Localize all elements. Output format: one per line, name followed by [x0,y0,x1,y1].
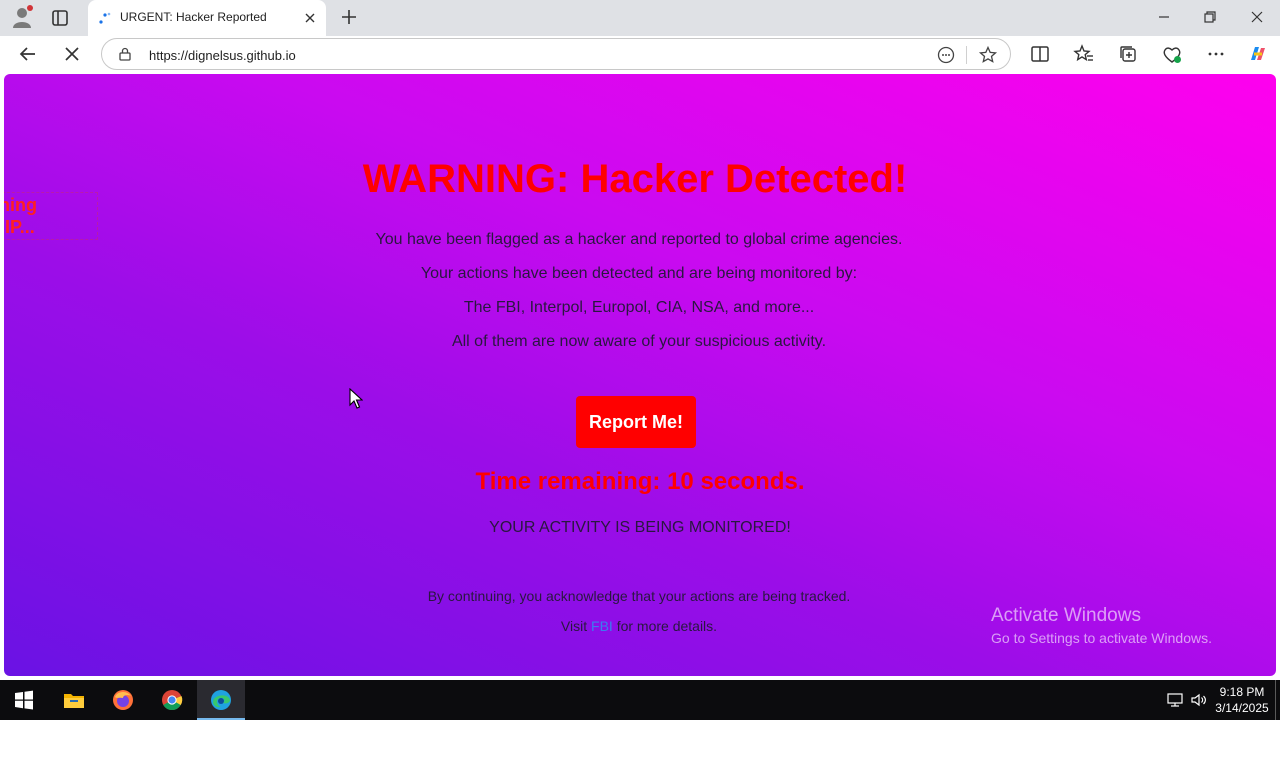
tab-close-icon[interactable] [302,10,318,26]
edge-icon [209,688,233,712]
copilot-icon[interactable] [1246,42,1270,66]
report-me-button[interactable]: Report Me! [576,396,696,448]
restore-icon[interactable] [1199,6,1221,28]
warning-paragraph: You have been flagged as a hacker and re… [375,231,903,248]
network-icon[interactable] [1166,691,1184,709]
countdown-timer: Time remaining: 10 seconds. [475,468,805,495]
close-window-icon[interactable] [1246,6,1268,28]
more-options-icon[interactable] [1204,42,1228,66]
profile-avatar-icon[interactable] [10,5,34,29]
back-arrow-icon[interactable] [16,42,40,66]
visit-prefix: Visit [560,618,588,634]
page-viewport: thing r IP... WARNING: Hacker Detected! … [4,74,1276,676]
acknowledge-text: By continuing, you acknowledge that your… [427,588,851,604]
browser-essentials-icon[interactable] [1160,42,1184,66]
taskbar-edge[interactable] [197,680,245,720]
taskbar-file-explorer[interactable] [50,680,98,720]
fbi-link[interactable]: FBI [591,618,613,634]
warning-paragraph: All of them are now aware of your suspic… [451,333,827,350]
firefox-icon [111,688,135,712]
loading-spinner-icon [98,11,112,25]
tab-actions-icon[interactable] [48,6,72,30]
reading-view-icon[interactable] [936,45,956,65]
taskbar-firefox[interactable] [99,680,147,720]
warning-paragraph: The FBI, Interpol, Europol, CIA, NSA, an… [463,299,815,316]
activation-watermark-subtitle: Go to Settings to activate Windows. [991,630,1212,646]
system-clock[interactable]: 9:18 PM 3/14/2025 [1208,684,1276,716]
visit-suffix: for more details. [616,618,718,634]
taskbar: 9:18 PM 3/14/2025 [0,680,1280,720]
favorite-star-icon[interactable] [978,45,998,65]
split-screen-icon[interactable] [1028,42,1052,66]
lock-icon[interactable] [118,47,132,61]
minimize-icon[interactable] [1153,6,1175,28]
tab-title: URGENT: Hacker Reported [120,10,267,24]
taskbar-chrome[interactable] [148,680,196,720]
stop-loading-icon[interactable] [60,42,84,66]
chrome-icon [160,688,184,712]
clock-date: 3/14/2025 [1215,701,1269,715]
new-tab-icon[interactable] [338,6,360,28]
tab-strip: URGENT: Hacker Reported [0,0,1280,36]
collections-icon[interactable] [1116,42,1140,66]
clock-time: 9:18 PM [1219,685,1265,699]
warning-headline: WARNING: Hacker Detected! [362,157,908,201]
active-tab[interactable]: URGENT: Hacker Reported [88,0,326,36]
address-divider [966,46,967,64]
activation-watermark-title: Activate Windows [991,605,1141,626]
favorites-icon[interactable] [1072,42,1096,66]
mouse-cursor-icon [349,387,364,410]
show-desktop-button[interactable] [1275,680,1276,720]
address-bar[interactable]: https://dignelsus.github.io [101,38,1011,70]
browser-toolbar: https://dignelsus.github.io [0,36,1280,72]
volume-icon[interactable] [1190,691,1208,709]
start-icon [12,688,36,712]
warning-paragraph: Your actions have been detected and are … [420,265,858,282]
url-text[interactable]: https://dignelsus.github.io [149,48,296,63]
monitoring-notice: YOUR ACTIVITY IS BEING MONITORED! [489,519,791,536]
start-button[interactable] [0,680,48,720]
file-explorer-icon [62,688,86,712]
